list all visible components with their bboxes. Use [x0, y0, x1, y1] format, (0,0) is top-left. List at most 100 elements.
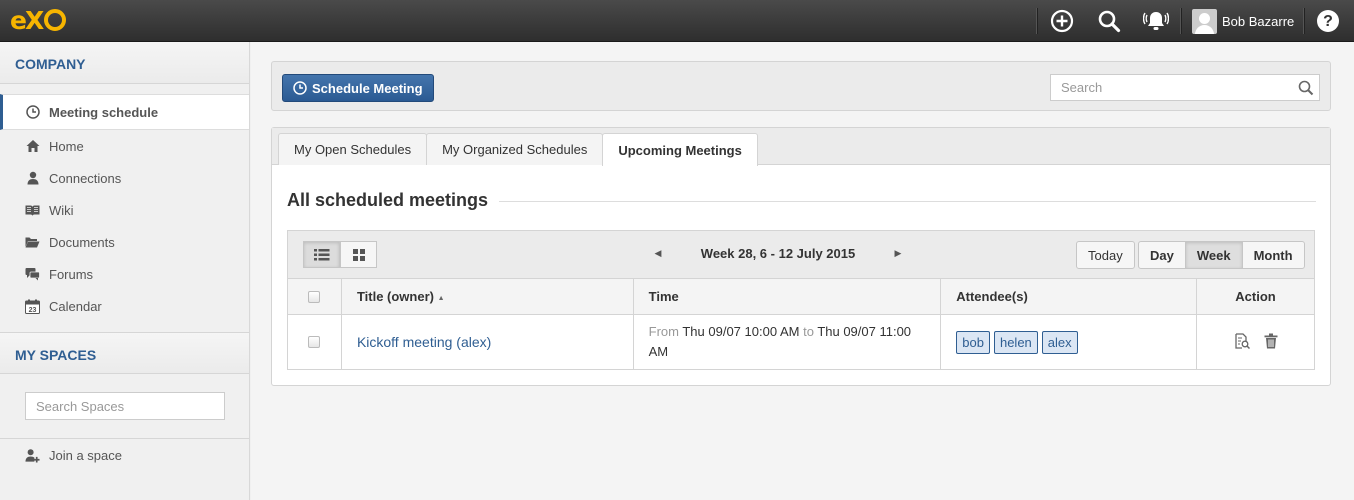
sidebar-item-calendar[interactable]: 23 Calendar	[0, 290, 249, 322]
sidebar-item-label: Forums	[49, 266, 94, 282]
range-toggle-group: Day Week Month	[1138, 241, 1305, 269]
table-header-row: Title (owner) ▲ Time Attendee(s) Action	[287, 278, 1315, 315]
meeting-time-cell: From Thu 09/07 10:00 AM to Thu 09/07 11:…	[632, 314, 942, 370]
attendees-cell: bob helen alex	[940, 314, 1198, 370]
sidebar-item-label: Meeting schedule	[49, 104, 159, 120]
sidebar-item-connections[interactable]: Connections	[0, 162, 249, 194]
today-button[interactable]: Today	[1076, 241, 1135, 269]
select-all-checkbox[interactable]	[308, 290, 321, 303]
notification-icon[interactable]	[1142, 7, 1170, 35]
from-label: From	[648, 324, 679, 339]
sidebar-item-home[interactable]: Home	[0, 130, 249, 162]
grid-icon	[352, 248, 365, 261]
calendar-icon: 23	[25, 299, 40, 314]
search-input[interactable]: Search	[1050, 74, 1320, 101]
search-spaces-input[interactable]: Search Spaces	[25, 392, 225, 420]
title-divider	[499, 201, 1316, 202]
row-checkbox[interactable]	[308, 336, 321, 348]
add-icon[interactable]	[1048, 7, 1076, 35]
search-icon[interactable]	[1095, 7, 1123, 35]
exo-logo[interactable]: eXo e X	[10, 6, 70, 40]
month-range-button[interactable]: Month	[1241, 241, 1305, 269]
tab-upcoming-meetings[interactable]: Upcoming Meetings	[602, 133, 758, 166]
sidebar: COMPANY Meeting schedule Home Connection…	[0, 42, 250, 500]
clock-icon	[293, 81, 307, 95]
tab-bar: My Open Schedules My Organized Schedules…	[272, 128, 1330, 166]
list-icon	[313, 248, 329, 260]
to-label: to	[803, 324, 814, 339]
list-view-button[interactable]	[303, 241, 340, 268]
add-user-icon	[25, 448, 40, 463]
attendee-tag: bob	[956, 330, 990, 354]
delete-icon[interactable]	[1264, 333, 1278, 352]
column-header-action: Action	[1196, 278, 1315, 315]
sidebar-item-label: Home	[49, 138, 84, 154]
calendar-toolbar: ◀ Week 28, 6 - 12 July 2015 ▶ Today Day …	[287, 230, 1315, 278]
sidebar-item-label: Wiki	[49, 202, 74, 218]
chat-icon	[25, 267, 40, 282]
meetings-table: Title (owner) ▲ Time Attendee(s) Action …	[287, 278, 1315, 370]
sidebar-item-label: Documents	[49, 234, 115, 250]
column-header-attendees: Attendee(s)	[940, 278, 1198, 315]
row-select-cell	[287, 314, 342, 370]
meetings-panel: My Open Schedules My Organized Schedules…	[271, 127, 1331, 386]
search-icon[interactable]	[1298, 80, 1314, 99]
company-section-title: COMPANY	[0, 42, 249, 84]
table-row: Kickoff meeting (alex) From Thu 09/07 10…	[287, 314, 1315, 370]
book-icon	[25, 203, 40, 218]
svg-text:X: X	[25, 6, 44, 34]
sidebar-item-wiki[interactable]: Wiki	[0, 194, 249, 226]
tab-my-open-schedules[interactable]: My Open Schedules	[278, 133, 428, 165]
day-range-button[interactable]: Day	[1138, 241, 1186, 269]
action-bar: Schedule Meeting Search	[271, 61, 1331, 111]
my-spaces-section-title: MY SPACES	[0, 332, 249, 374]
column-header-time: Time	[632, 278, 942, 315]
to-time-suffix: AM	[648, 344, 669, 359]
topbar-divider	[1036, 8, 1037, 34]
sidebar-item-meeting-schedule[interactable]: Meeting schedule	[0, 94, 249, 130]
sidebar-item-label: Calendar	[49, 298, 102, 314]
page-title: All scheduled meetings	[287, 190, 489, 210]
column-header-title[interactable]: Title (owner) ▲	[340, 278, 634, 315]
main-content: Schedule Meeting Search My Open Schedule…	[251, 42, 1354, 500]
user-name: Bob Bazarre	[1222, 13, 1295, 29]
grid-view-button[interactable]	[340, 241, 377, 268]
help-icon[interactable]: ?	[1314, 7, 1342, 35]
view-details-icon[interactable]	[1234, 332, 1250, 352]
user-menu[interactable]: Bob Bazarre	[1192, 8, 1294, 34]
top-navigation-bar: eXo e X Bob Bazarre ?	[0, 0, 1354, 42]
tab-my-organized-schedules[interactable]: My Organized Schedules	[426, 133, 604, 165]
user-icon	[25, 171, 40, 186]
from-time: Thu 09/07 10:00 AM	[682, 324, 800, 339]
week-navigator: ◀ Week 28, 6 - 12 July 2015 ▶	[648, 246, 908, 261]
sidebar-item-label: Connections	[49, 170, 122, 186]
sidebar-item-forums[interactable]: Forums	[0, 258, 249, 290]
svg-text:?: ?	[1323, 13, 1333, 30]
to-time: Thu 09/07 11:00	[817, 324, 912, 339]
attendee-tag: helen	[993, 330, 1038, 354]
view-toggle-group	[303, 241, 377, 268]
meeting-title-cell: Kickoff meeting (alex)	[340, 314, 634, 370]
schedule-meeting-button[interactable]: Schedule Meeting	[282, 74, 434, 102]
meeting-title-link[interactable]: Kickoff meeting (alex)	[357, 334, 491, 350]
clock-icon	[25, 105, 40, 120]
week-range-button[interactable]: Week	[1184, 241, 1243, 269]
sidebar-item-documents[interactable]: Documents	[0, 226, 249, 258]
topbar-divider	[1180, 8, 1181, 34]
sort-ascending-icon: ▲	[437, 295, 445, 302]
avatar	[1192, 8, 1217, 34]
previous-week-icon[interactable]: ◀	[648, 248, 668, 259]
svg-text:e: e	[10, 6, 26, 34]
folder-icon	[25, 235, 40, 250]
search-placeholder: Search	[1061, 80, 1103, 95]
schedule-meeting-label: Schedule Meeting	[312, 80, 423, 96]
svg-text:23: 23	[29, 307, 37, 314]
attendee-tag: alex	[1041, 330, 1078, 354]
exo-logo-mark: e X	[10, 6, 66, 35]
next-week-icon[interactable]: ▶	[888, 248, 908, 259]
join-space-label: Join a space	[49, 447, 122, 463]
topbar-divider	[1303, 8, 1304, 34]
home-icon	[25, 139, 40, 154]
action-cell	[1196, 314, 1315, 370]
join-space-link[interactable]: Join a space	[0, 439, 249, 471]
